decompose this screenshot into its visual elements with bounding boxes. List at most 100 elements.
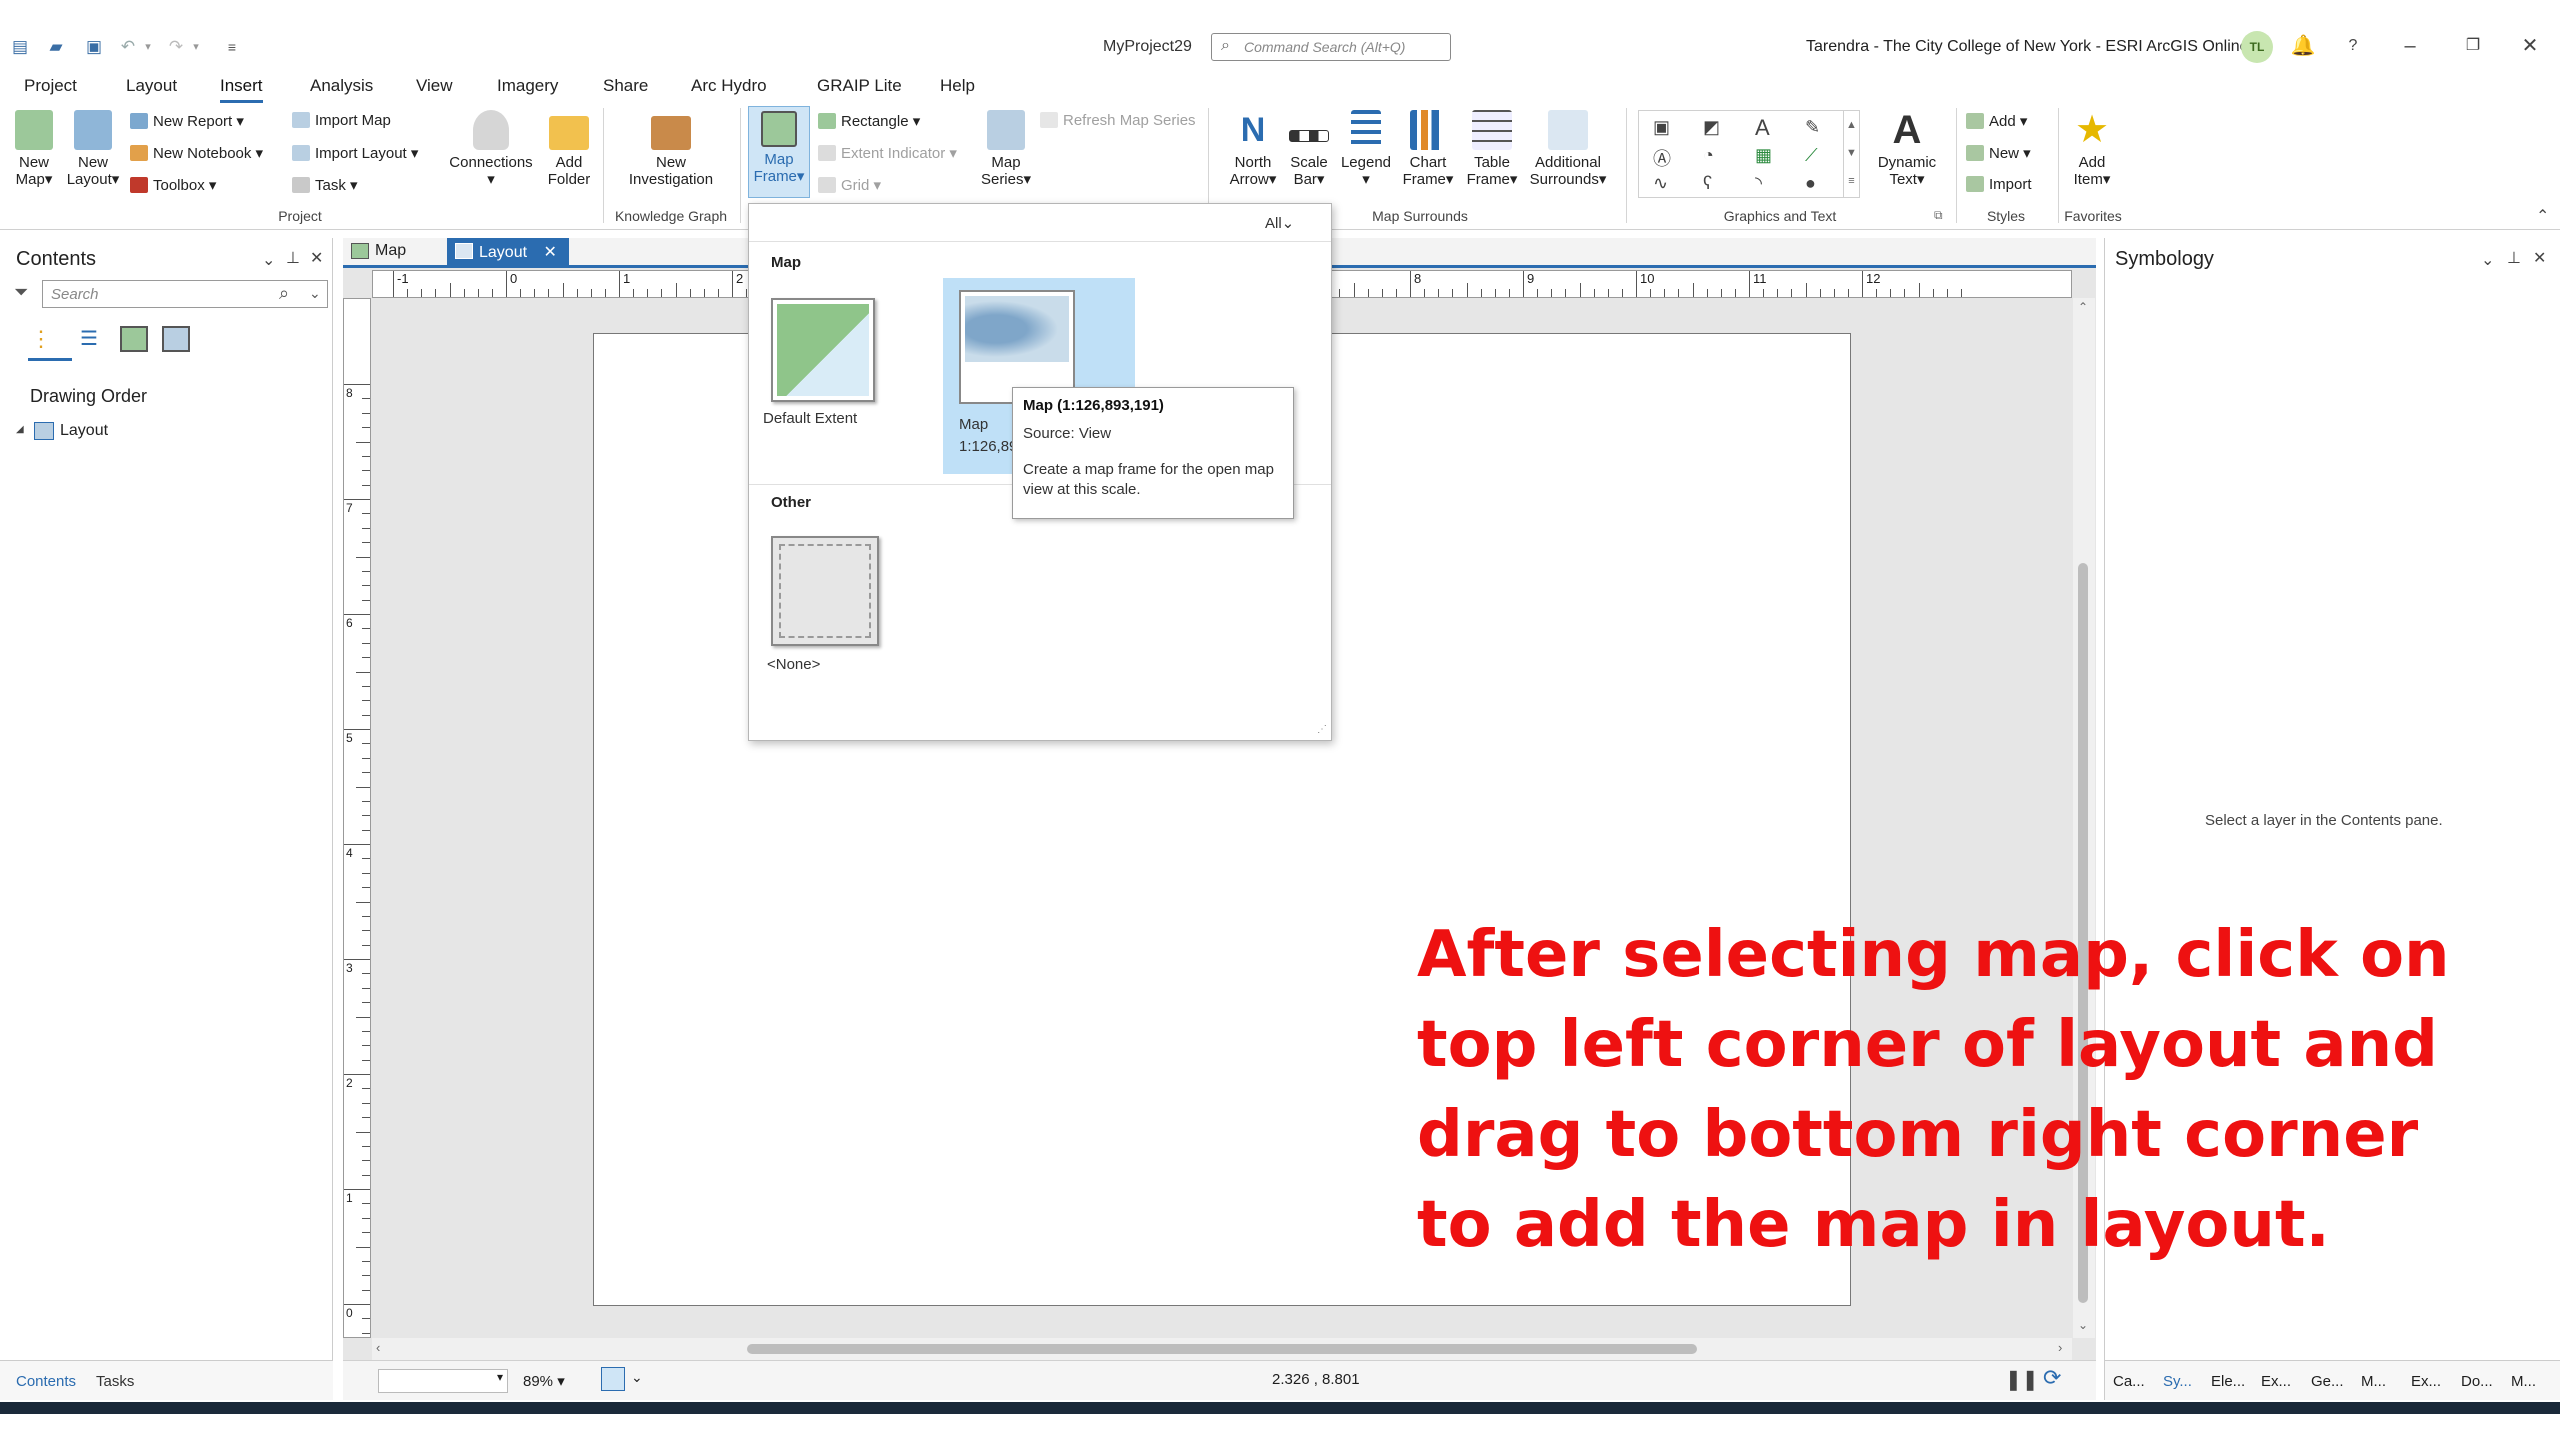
close-icon[interactable]: ✕ xyxy=(2515,31,2545,61)
style-add-button[interactable]: Add ▾ xyxy=(1966,112,2027,130)
grid-button[interactable]: Grid ▾ xyxy=(818,176,881,194)
tab-layout[interactable]: Layout xyxy=(126,76,177,96)
restore-icon[interactable]: ❐ xyxy=(2458,31,2488,61)
customize-qat-icon[interactable]: ≡ xyxy=(222,37,242,57)
table-frame-button[interactable]: Table Frame▾ xyxy=(1462,110,1522,188)
tab-help[interactable]: Help xyxy=(940,76,975,96)
callout-icon[interactable]: ◩ xyxy=(1703,117,1720,138)
spline-icon[interactable]: ʕ xyxy=(1703,173,1712,194)
map-frame-button[interactable]: Map Frame▾ xyxy=(748,106,810,198)
gallery-item-default-extent[interactable]: Default Extent xyxy=(763,298,875,430)
save-icon[interactable]: ▣ xyxy=(84,37,104,57)
arc-icon[interactable]: ◝ xyxy=(1755,173,1762,194)
tab-view[interactable]: View xyxy=(416,76,453,96)
scroll-left-icon[interactable]: ‹ xyxy=(376,1340,380,1355)
notifications-icon[interactable]: 🔔 xyxy=(2288,31,2318,61)
contents-search-input[interactable]: Search ⌕ ⌄ xyxy=(42,280,328,308)
horizontal-scroll-thumb[interactable] xyxy=(747,1344,1697,1354)
pin-icon[interactable]: ⊥ xyxy=(2507,248,2521,268)
straight-text-icon[interactable]: A xyxy=(1755,115,1770,141)
undo-icon[interactable]: ↶ xyxy=(118,37,138,57)
gallery-item-none[interactable]: <None> xyxy=(763,536,883,676)
import-map-button[interactable]: Import Map xyxy=(292,112,391,129)
tab-more[interactable]: M... xyxy=(2511,1373,2536,1390)
text-icon[interactable]: ▣ xyxy=(1653,117,1670,138)
signed-in-user[interactable]: Tarendra - The City College of New York … xyxy=(1806,38,2249,56)
north-arrow-button[interactable]: N North Arrow▾ xyxy=(1222,110,1284,188)
doc-tab-layout[interactable]: Layout ✕ xyxy=(447,238,569,266)
new-notebook-button[interactable]: New Notebook ▾ xyxy=(130,144,263,162)
new-layout-button[interactable]: New Layout▾ xyxy=(64,110,122,188)
scale-bar-button[interactable]: Scale Bar▾ xyxy=(1286,110,1332,188)
tab-symbology[interactable]: Sy... xyxy=(2163,1373,2192,1390)
list-by-selection-icon[interactable] xyxy=(120,326,148,352)
scroll-down-icon[interactable]: ⌄ xyxy=(2078,1318,2088,1332)
tab-export[interactable]: Ex... xyxy=(2261,1373,2291,1390)
avatar[interactable]: TL xyxy=(2241,31,2273,63)
point-icon[interactable]: ● xyxy=(1805,173,1816,194)
chevron-down-icon[interactable]: ⌄ xyxy=(631,1369,643,1386)
tab-catalog[interactable]: Ca... xyxy=(2113,1373,2145,1390)
new-investigation-button[interactable]: New Investigation xyxy=(618,110,724,188)
marker-icon[interactable]: ◔ xyxy=(1703,145,1714,166)
new-project-icon[interactable]: ▤ xyxy=(10,37,30,57)
new-map-button[interactable]: New Map▾ xyxy=(8,110,60,188)
gallery-scroll-icon[interactable]: ▲ ▼ ≡ xyxy=(1843,111,1859,197)
doc-tab-map[interactable]: Map xyxy=(343,238,431,266)
tree-item-layout[interactable]: Layout xyxy=(60,422,108,440)
tab-map-series[interactable]: M... xyxy=(2361,1373,2386,1390)
circle-text-icon[interactable]: Ⓐ xyxy=(1653,145,1671,171)
close-pane-icon[interactable]: ✕ xyxy=(310,248,323,268)
extent-indicator-button[interactable]: Extent Indicator ▾ xyxy=(818,144,957,162)
refresh-map-series-button[interactable]: Refresh Map Series xyxy=(1040,112,1196,129)
undo-dropdown-icon[interactable]: ▾ xyxy=(138,37,158,57)
legend-button[interactable]: Legend ▾ xyxy=(1336,110,1396,188)
snapping-icon[interactable] xyxy=(601,1367,625,1391)
redo-icon[interactable]: ↷ xyxy=(166,37,186,57)
minimize-icon[interactable]: – xyxy=(2395,31,2425,61)
freehand-icon[interactable]: ✎ xyxy=(1805,117,1820,138)
list-by-editing-icon[interactable] xyxy=(162,326,190,352)
pin-icon[interactable]: ⊥ xyxy=(286,248,300,268)
scale-selector[interactable]: ▾ xyxy=(378,1369,508,1393)
dynamic-text-button[interactable]: A Dynamic Text▾ xyxy=(1866,110,1948,188)
refresh-icon[interactable]: ⟳ xyxy=(2043,1365,2061,1391)
curve-text-icon[interactable]: ∿ xyxy=(1653,173,1668,194)
expand-icon[interactable]: ◢ xyxy=(16,424,24,435)
map-series-button[interactable]: Map Series▾ xyxy=(976,110,1036,188)
gallery-filter-dropdown[interactable]: All⌄ xyxy=(1265,214,1294,232)
list-by-drawing-order-icon[interactable]: ⋮ xyxy=(30,326,58,354)
collapse-ribbon-icon[interactable]: ⌃ xyxy=(2536,206,2549,226)
tab-graip-lite[interactable]: GRAIP Lite xyxy=(817,76,902,96)
tab-contents[interactable]: Contents xyxy=(16,1373,76,1390)
tab-arc-hydro[interactable]: Arc Hydro xyxy=(691,76,767,96)
tab-share[interactable]: Share xyxy=(603,76,648,96)
close-pane-icon[interactable]: ✕ xyxy=(2533,248,2546,268)
redo-dropdown-icon[interactable]: ▾ xyxy=(186,37,206,57)
new-report-button[interactable]: New Report ▾ xyxy=(130,112,244,130)
tab-insert[interactable]: Insert xyxy=(220,76,263,103)
add-item-button[interactable]: ★ Add Item▾ xyxy=(2064,110,2120,188)
tab-geoprocessing[interactable]: Ge... xyxy=(2311,1373,2344,1390)
picture-icon[interactable]: ▦ xyxy=(1755,145,1772,166)
search-icon[interactable]: ⌕ xyxy=(279,283,289,304)
command-search-input[interactable]: ⌕ Command Search (Alt+Q) xyxy=(1211,33,1451,61)
connections-button[interactable]: Connections ▾ xyxy=(444,110,538,188)
scroll-right-icon[interactable]: › xyxy=(2058,1340,2062,1355)
pause-icon[interactable]: ❚❚ xyxy=(2005,1367,2039,1392)
chevron-down-icon[interactable]: ⌄ xyxy=(309,285,321,302)
tab-explore[interactable]: Ex... xyxy=(2411,1373,2441,1390)
add-folder-button[interactable]: Add Folder xyxy=(542,110,596,188)
task-button[interactable]: Task ▾ xyxy=(292,176,358,194)
group-launcher-icon[interactable]: ⧉ xyxy=(1934,208,1943,223)
tab-element[interactable]: Ele... xyxy=(2211,1373,2245,1390)
rectangle-button[interactable]: Rectangle ▾ xyxy=(818,112,920,130)
open-project-icon[interactable]: ▰ xyxy=(46,37,66,57)
tab-analysis[interactable]: Analysis xyxy=(310,76,373,96)
scroll-up-icon[interactable]: ⌃ xyxy=(2078,300,2088,314)
line-icon[interactable]: ⟋ xyxy=(1805,145,1818,166)
pane-options-icon[interactable]: ⌄ xyxy=(2481,250,2494,270)
resize-grip-icon[interactable]: ⋰ xyxy=(1317,724,1327,735)
tab-dock[interactable]: Do... xyxy=(2461,1373,2493,1390)
tab-tasks[interactable]: Tasks xyxy=(96,1373,134,1390)
